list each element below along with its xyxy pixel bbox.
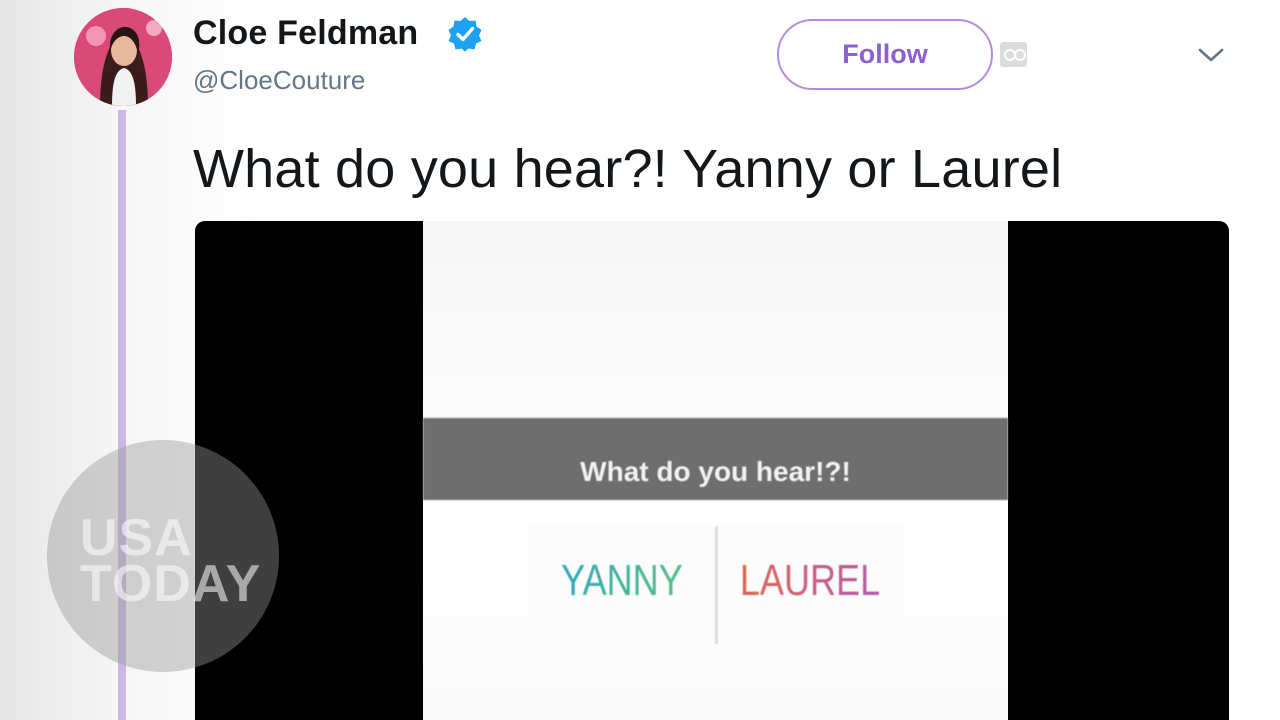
tweet-video[interactable]: What do you hear!?! YANNY LAUREL (195, 221, 1229, 720)
chevron-down-icon[interactable] (1196, 42, 1226, 68)
video-poll: YANNY LAUREL (529, 526, 903, 644)
watermark-line-2: TODAY (80, 555, 262, 613)
video-banner-text: What do you hear!?! (580, 456, 851, 487)
avatar[interactable] (74, 8, 172, 106)
poll-divider (715, 526, 718, 644)
author-handle[interactable]: @CloeCouture (193, 65, 365, 96)
author-display-name[interactable]: Cloe Feldman (193, 14, 418, 53)
poll-option-yanny: YANNY (546, 556, 699, 606)
poll-option-laurel: LAUREL (734, 556, 887, 606)
follow-button[interactable]: Follow (777, 19, 993, 90)
verified-badge-icon (448, 17, 482, 52)
profile-photo-icon (74, 8, 172, 106)
video-frame: What do you hear!?! YANNY LAUREL (423, 221, 1008, 720)
tweet-text: What do you hear?! Yanny or Laurel (193, 139, 1063, 199)
glasses-settings-icon[interactable] (1000, 42, 1027, 67)
